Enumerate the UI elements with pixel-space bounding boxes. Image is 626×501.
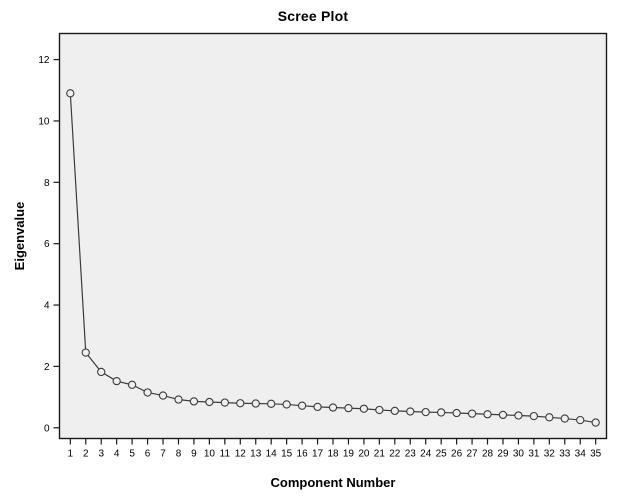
- data-point-marker: [328, 403, 338, 412]
- y-axis-ticks: 0 2 4 6 8 10 12: [38, 55, 60, 434]
- x-tick-label: 2: [83, 449, 89, 460]
- x-tick-label: 23: [405, 449, 417, 460]
- x-tick-label: 8: [176, 449, 182, 460]
- x-tick-label: 14: [266, 449, 278, 460]
- x-tick-label: 32: [544, 449, 556, 460]
- data-point-marker: [421, 407, 430, 417]
- x-tick-label: 6: [145, 449, 151, 460]
- data-point-marker: [97, 367, 106, 377]
- x-tick-label: 3: [98, 449, 104, 460]
- data-point-marker: [591, 418, 600, 427]
- x-tick-label: 15: [281, 449, 293, 460]
- data-point-marker: [483, 410, 492, 419]
- x-tick-label: 4: [114, 449, 120, 460]
- x-tick-label: 11: [220, 449, 231, 460]
- x-tick-label: 30: [513, 449, 525, 460]
- y-tick-label: 12: [38, 55, 50, 66]
- data-point-marker: [576, 415, 585, 425]
- data-point-marker: [282, 400, 291, 409]
- data-point-marker: [437, 408, 446, 417]
- y-tick-label: 6: [44, 239, 50, 250]
- x-tick-label: 21: [374, 449, 386, 460]
- y-tick-label: 4: [44, 301, 50, 312]
- data-point-marker: [359, 404, 369, 413]
- x-tick-label: 10: [204, 449, 216, 460]
- x-tick-label: 33: [559, 449, 571, 460]
- x-tick-label: 13: [250, 449, 262, 460]
- y-tick-label: 10: [38, 116, 50, 127]
- x-tick-label: 22: [389, 449, 401, 460]
- data-point-marker: [158, 391, 168, 400]
- data-point-marker: [297, 401, 307, 410]
- x-tick-label: 35: [590, 449, 602, 460]
- y-axis-title: Eigenvalue: [12, 202, 27, 271]
- data-point-marker: [375, 405, 384, 415]
- data-point-marker: [498, 410, 508, 420]
- data-point-marker: [127, 380, 137, 389]
- x-tick-label: 20: [358, 449, 370, 460]
- data-point-marker: [66, 89, 75, 98]
- data-point-marker: [545, 413, 554, 422]
- x-tick-label: 27: [467, 449, 479, 460]
- data-point-marker: [205, 397, 214, 407]
- x-tick-label: 5: [129, 449, 135, 460]
- x-tick-label: 7: [160, 449, 166, 460]
- x-tick-label: 19: [343, 449, 355, 460]
- y-tick-label: 8: [44, 178, 50, 189]
- plot-panel-background: [58, 32, 608, 440]
- x-tick-label: 34: [575, 449, 587, 460]
- data-point-marker: [267, 399, 276, 408]
- x-tick-label: 1: [68, 449, 74, 460]
- x-tick-label: 16: [297, 449, 309, 460]
- data-point-marker: [112, 376, 121, 386]
- data-point-marker: [560, 414, 569, 423]
- x-tick-label: 29: [497, 449, 509, 460]
- data-point-marker: [174, 395, 183, 404]
- x-tick-label: 18: [327, 449, 339, 460]
- data-point-marker: [81, 348, 90, 357]
- y-tick-label: 0: [44, 423, 50, 434]
- data-point-marker: [313, 402, 322, 412]
- x-tick-label: 17: [312, 449, 324, 460]
- x-tick-label: 31: [528, 449, 540, 460]
- x-axis-ticks: 1 2 3 4 5 6 7 8 9 10 11 12 13 14 15 16 17 18 19 20 21 22 23 24 2…: [68, 438, 602, 460]
- data-point-marker: [220, 398, 229, 407]
- x-tick-label: 26: [451, 449, 463, 460]
- x-tick-label: 28: [482, 449, 494, 460]
- data-point-marker: [514, 411, 523, 420]
- x-tick-label: 24: [420, 449, 432, 460]
- scree-plot-figure: Scree Plot 0 2 4 6 8 10 12 1 2 3 4 5 6 7 8 9 10 11 12 13 14…: [0, 0, 626, 501]
- x-tick-label: 12: [235, 449, 247, 460]
- x-tick-label: 25: [436, 449, 448, 460]
- data-point-marker: [189, 397, 199, 406]
- data-point-marker: [251, 399, 260, 408]
- data-point-marker: [529, 411, 539, 421]
- data-point-marker: [452, 408, 461, 418]
- y-tick-label: 2: [44, 362, 50, 373]
- data-point-marker: [236, 399, 245, 408]
- plot-canvas: 024681012 1 2 3 4 5 6 7 8 9 10 11 12 13 14 15 16 17 18 19 2…: [12, 32, 608, 490]
- data-point-marker: [406, 407, 415, 416]
- data-point-marker: [390, 406, 399, 416]
- x-axis-title: Component Number: [271, 475, 396, 490]
- data-point-marker: [467, 409, 477, 418]
- data-point-marker: [143, 388, 152, 397]
- x-tick-label: 9: [191, 449, 197, 460]
- data-point-marker: [344, 403, 353, 413]
